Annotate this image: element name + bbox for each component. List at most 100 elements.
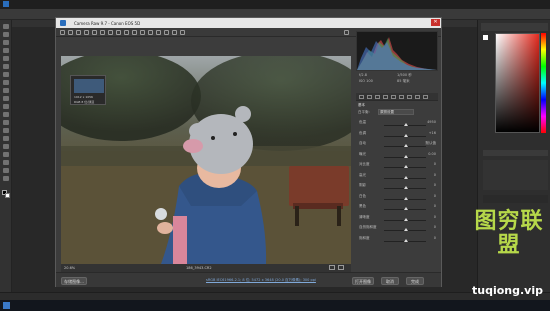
- transform-tool-icon[interactable]: [116, 30, 121, 35]
- blur-tool-icon[interactable]: [3, 120, 9, 125]
- slider-knob[interactable]: [404, 165, 408, 168]
- hand-tool-icon[interactable]: [68, 30, 73, 35]
- slider-value[interactable]: 0: [434, 162, 436, 166]
- tab-presets-icon[interactable]: [423, 95, 428, 99]
- slider-row[interactable]: 黑色 0: [356, 203, 438, 212]
- slider-value[interactable]: 0: [434, 194, 436, 198]
- tab-basic-icon[interactable]: [359, 95, 364, 99]
- slider-row[interactable]: 对比度 0: [356, 161, 438, 170]
- slider-row[interactable]: 饱和度 0: [356, 235, 438, 244]
- image-preview[interactable]: 1912 x 1056 RGB 8 位/通道: [61, 56, 351, 264]
- slider-row[interactable]: 曝光 0.00: [356, 151, 438, 160]
- slider-knob[interactable]: [404, 186, 408, 189]
- slider-row[interactable]: 白色 0: [356, 193, 438, 202]
- foreground-swatch[interactable]: [483, 35, 488, 40]
- marquee-tool-icon[interactable]: [3, 32, 9, 37]
- zoom-level[interactable]: 20.6%: [64, 266, 75, 270]
- slider-row[interactable]: 清晰度 0: [356, 214, 438, 223]
- slider-value[interactable]: 0: [434, 215, 436, 219]
- gradient-tool-icon[interactable]: [3, 112, 9, 117]
- slider-knob[interactable]: [404, 133, 408, 137]
- workflow-options-link[interactable]: sRGB IEC61966-2.1; 8 位; 5472 x 3648 (20.…: [206, 278, 326, 283]
- slider-value[interactable]: 0: [434, 236, 436, 240]
- targeted-adjustment-tool-icon[interactable]: [92, 30, 97, 35]
- slider-value[interactable]: 0: [434, 183, 436, 187]
- open-image-button[interactable]: 打开图像: [352, 277, 374, 285]
- tab-split-toning-icon[interactable]: [391, 95, 396, 99]
- hue-slider[interactable]: [541, 33, 546, 133]
- slider-value[interactable]: 0.00: [428, 152, 436, 156]
- type-tool-icon[interactable]: [3, 144, 9, 149]
- slider-row[interactable]: 色温 4950: [356, 119, 438, 128]
- red-eye-tool-icon[interactable]: [132, 30, 137, 35]
- color-sampler-tool-icon[interactable]: [84, 30, 89, 35]
- preferences-icon[interactable]: [164, 30, 169, 35]
- slider-knob[interactable]: [404, 238, 408, 242]
- white-balance-select[interactable]: 原照设置: [378, 109, 414, 115]
- stamp-tool-icon[interactable]: [3, 88, 9, 93]
- slider-value[interactable]: 0: [434, 225, 436, 229]
- tab-detail-icon[interactable]: [375, 95, 380, 99]
- slider-knob[interactable]: [404, 217, 408, 221]
- slider-knob[interactable]: [404, 228, 408, 231]
- radial-filter-icon[interactable]: [156, 30, 161, 35]
- background-color-swatch[interactable]: [5, 193, 10, 198]
- dialog-titlebar: Camera Raw 9.7 - Canon EOS 5D ✕: [56, 18, 441, 28]
- history-brush-tool-icon[interactable]: [3, 96, 9, 101]
- close-button[interactable]: ✕: [431, 19, 440, 26]
- slider-knob[interactable]: [404, 207, 408, 210]
- tab-camera-calibration-icon[interactable]: [415, 95, 420, 99]
- crop-tool-icon[interactable]: [100, 30, 105, 35]
- crop-tool-icon[interactable]: [3, 56, 9, 61]
- rotate-left-icon[interactable]: [172, 30, 177, 35]
- slider-row[interactable]: 自然饱和度 0: [356, 224, 438, 233]
- path-tool-icon[interactable]: [3, 152, 9, 157]
- tab-effects-icon[interactable]: [407, 95, 412, 99]
- slider-row[interactable]: 高光 0: [356, 172, 438, 181]
- rotate-right-icon[interactable]: [180, 30, 185, 35]
- tab-tone-curve-icon[interactable]: [367, 95, 372, 99]
- graduated-filter-icon[interactable]: [148, 30, 153, 35]
- dodge-tool-icon[interactable]: [3, 128, 9, 133]
- start-icon[interactable]: [3, 302, 10, 309]
- slider-value[interactable]: 0: [434, 204, 436, 208]
- magic-wand-tool-icon[interactable]: [3, 48, 9, 53]
- straighten-tool-icon[interactable]: [108, 30, 113, 35]
- hand-tool-icon[interactable]: [3, 168, 9, 173]
- pen-tool-icon[interactable]: [3, 136, 9, 141]
- slider-row[interactable]: 自动 默认值: [356, 140, 438, 149]
- tab-hsl-icon[interactable]: [383, 95, 388, 99]
- before-after-icon[interactable]: [338, 265, 344, 270]
- slider-knob[interactable]: [404, 154, 408, 158]
- slider-knob[interactable]: [404, 144, 408, 147]
- slider-knob[interactable]: [404, 123, 408, 126]
- zoom-tool-icon[interactable]: [60, 30, 65, 35]
- brush-tool-icon[interactable]: [3, 80, 9, 85]
- lasso-tool-icon[interactable]: [3, 40, 9, 45]
- preview-toggle-icon[interactable]: [329, 265, 335, 270]
- heal-tool-icon[interactable]: [3, 72, 9, 77]
- spot-removal-tool-icon[interactable]: [124, 30, 129, 35]
- tab-lens-icon[interactable]: [399, 95, 404, 99]
- zoom-tool-icon[interactable]: [3, 176, 9, 181]
- slider-row[interactable]: 色调 +16: [356, 130, 438, 139]
- fullscreen-icon[interactable]: [344, 30, 349, 35]
- eraser-tool-icon[interactable]: [3, 104, 9, 109]
- white-balance-tool-icon[interactable]: [76, 30, 81, 35]
- slider-value[interactable]: +16: [429, 131, 436, 135]
- slider-row[interactable]: 阴影 0: [356, 182, 438, 191]
- save-image-button[interactable]: 存储图像...: [61, 277, 87, 285]
- shape-tool-icon[interactable]: [3, 160, 9, 165]
- color-picker-field[interactable]: [495, 33, 540, 133]
- adjustment-brush-icon[interactable]: [140, 30, 145, 35]
- eyedropper-tool-icon[interactable]: [3, 64, 9, 69]
- slider-knob[interactable]: [404, 196, 408, 200]
- slider-value[interactable]: 0: [434, 173, 436, 177]
- done-button[interactable]: 完成: [406, 277, 424, 285]
- slider-knob[interactable]: [404, 175, 408, 179]
- slider-value[interactable]: 4950: [427, 120, 436, 124]
- move-tool-icon[interactable]: [3, 24, 9, 29]
- aperture-value: f/2.8: [359, 73, 367, 77]
- slider-value[interactable]: 默认值: [426, 141, 437, 146]
- cancel-button[interactable]: 取消: [381, 277, 399, 285]
